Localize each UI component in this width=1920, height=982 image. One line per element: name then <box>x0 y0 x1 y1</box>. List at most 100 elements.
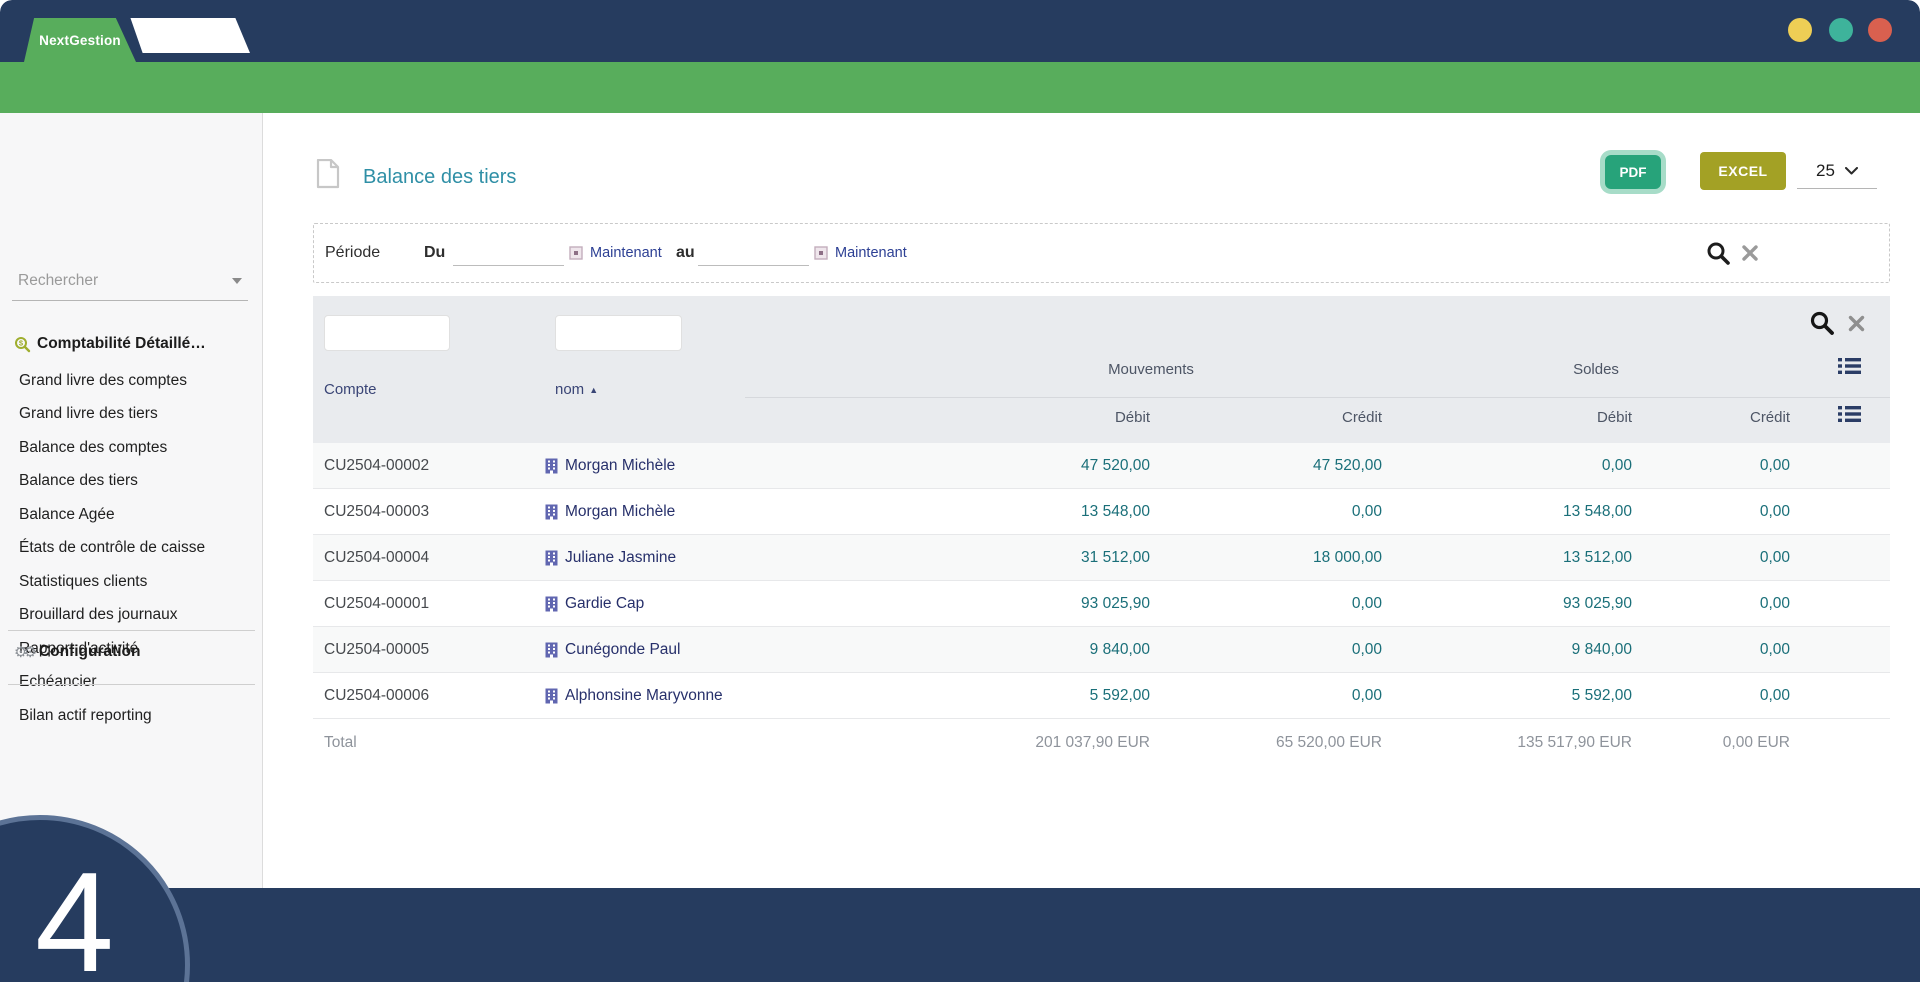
sidebar-item-3[interactable]: Balance des comptes <box>0 431 263 465</box>
cell-solde-debit: 5 592,00 <box>1571 686 1632 704</box>
periode-filter-box: Période Du Maintenant au Maintenant <box>313 223 1890 283</box>
restore-button[interactable] <box>1829 18 1853 42</box>
cell-solde-credit: 0,00 <box>1759 502 1790 520</box>
calendar-icon[interactable] <box>814 246 828 260</box>
periode-label: Période <box>325 244 381 261</box>
cell-compte: CU2504-00001 <box>324 594 430 612</box>
column-header-compte[interactable]: Compte <box>324 381 377 398</box>
money-search-icon: $ <box>15 336 31 352</box>
calendar-icon[interactable] <box>569 246 583 260</box>
balance-table: Mouvements Soldes Compte nom ▲ Débit Cré… <box>313 296 1890 766</box>
cell-mvt-credit: 47 520,00 <box>1313 456 1382 474</box>
cell-mvt-credit: 0,00 <box>1351 640 1382 658</box>
sidebar-item-4[interactable]: Balance des tiers <box>0 465 263 499</box>
clear-icon[interactable] <box>1741 244 1759 262</box>
total-mvt-debit: 201 037,90 EUR <box>1035 733 1150 751</box>
table-total-row: Total 201 037,90 EUR 65 520,00 EUR 135 5… <box>313 719 1890 766</box>
date-from-input[interactable] <box>453 238 564 266</box>
cell-mvt-credit: 0,00 <box>1351 594 1382 612</box>
sidebar-item-11[interactable]: Bilan actif reporting <box>0 699 263 733</box>
excel-button[interactable]: EXCEL <box>1700 152 1786 190</box>
table-row[interactable]: CU2504-00001 Gardie Cap 93 025,90 0,00 9… <box>313 581 1890 627</box>
column-header-solde-credit[interactable]: Crédit <box>1590 409 1790 426</box>
search-icon[interactable] <box>1809 310 1835 336</box>
column-list-icon[interactable] <box>1837 404 1862 424</box>
application-window: NextGestion Rechercher $ Comptabilité Dé… <box>0 0 1920 982</box>
column-header-nom[interactable]: nom ▲ <box>555 381 598 398</box>
cell-nom[interactable]: Morgan Michèle <box>545 457 910 475</box>
cell-compte: CU2504-00005 <box>324 640 430 658</box>
search-icon[interactable] <box>1706 241 1731 266</box>
building-icon <box>545 550 558 565</box>
building-icon <box>545 596 558 611</box>
cell-compte: CU2504-00004 <box>324 548 430 566</box>
date-to-input[interactable] <box>698 238 809 266</box>
cell-solde-debit: 13 512,00 <box>1563 548 1632 566</box>
table-row[interactable]: CU2504-00006 Alphonsine Maryvonne 5 592,… <box>313 673 1890 719</box>
title-bar: NextGestion <box>0 0 1920 62</box>
tier-name-link[interactable]: Juliane Jasmine <box>565 549 676 567</box>
maintenant-to-link[interactable]: Maintenant <box>835 245 907 261</box>
tier-name-link[interactable]: Alphonsine Maryvonne <box>565 687 723 705</box>
close-button[interactable] <box>1868 18 1892 42</box>
secondary-tab[interactable] <box>130 18 250 53</box>
sidebar-item-10[interactable]: Echéancier <box>0 666 263 700</box>
cell-compte: CU2504-00003 <box>324 502 430 520</box>
table-row[interactable]: CU2504-00004 Juliane Jasmine 31 512,00 1… <box>313 535 1890 581</box>
cell-mvt-debit: 13 548,00 <box>1081 502 1150 520</box>
sidebar-divider <box>8 630 255 631</box>
column-header-mvt-credit[interactable]: Crédit <box>1182 409 1382 426</box>
brand-tab[interactable]: NextGestion <box>24 18 136 62</box>
table-row[interactable]: CU2504-00002 Morgan Michèle 47 520,00 47… <box>313 443 1890 489</box>
minimize-button[interactable] <box>1788 18 1812 42</box>
cell-mvt-debit: 5 592,00 <box>1089 686 1150 704</box>
cell-solde-credit: 0,00 <box>1759 548 1790 566</box>
column-list-icon[interactable] <box>1837 356 1862 376</box>
sidebar-item-8[interactable]: Brouillard des journaux <box>0 599 263 633</box>
building-icon <box>545 642 558 657</box>
document-icon <box>316 159 340 189</box>
tier-name-link[interactable]: Gardie Cap <box>565 595 644 613</box>
cell-solde-debit: 9 840,00 <box>1571 640 1632 658</box>
building-icon <box>545 504 558 519</box>
table-header: Mouvements Soldes Compte nom ▲ Débit Cré… <box>313 296 1890 443</box>
bottom-bar <box>0 888 1920 982</box>
sidebar-item-2[interactable]: Grand livre des tiers <box>0 398 263 432</box>
cell-solde-debit: 93 025,90 <box>1563 594 1632 612</box>
cell-nom[interactable]: Gardie Cap <box>545 595 910 613</box>
maintenant-from-link[interactable]: Maintenant <box>590 245 662 261</box>
tier-name-link[interactable]: Morgan Michèle <box>565 457 675 475</box>
sidebar-item-1[interactable]: Grand livre des comptes <box>0 364 263 398</box>
table-row[interactable]: CU2504-00005 Cunégonde Paul 9 840,00 0,0… <box>313 627 1890 673</box>
page-size-select[interactable]: 25 <box>1797 153 1877 189</box>
nom-filter-input[interactable] <box>555 315 682 351</box>
table-row[interactable]: CU2504-00003 Morgan Michèle 13 548,00 0,… <box>313 489 1890 535</box>
tier-name-link[interactable]: Cunégonde Paul <box>565 641 681 659</box>
sidebar-section-comptabilite[interactable]: $ Comptabilité Détaillé… <box>14 335 254 353</box>
cell-nom[interactable]: Juliane Jasmine <box>545 549 910 567</box>
tier-name-link[interactable]: Morgan Michèle <box>565 503 675 521</box>
pdf-button[interactable]: PDF <box>1605 155 1661 189</box>
sidebar-item-7[interactable]: Statistiques clients <box>0 565 263 599</box>
main-content: Balance des tiers PDF EXCEL 25 Période D… <box>264 113 1920 888</box>
sidebar-item-6[interactable]: États de contrôle de caisse <box>0 532 263 566</box>
sidebar-item-configuration[interactable]: ⚙⚙ Configuration <box>14 643 141 661</box>
compte-filter-input[interactable] <box>324 315 450 351</box>
cell-mvt-credit: 0,00 <box>1351 502 1382 520</box>
sidebar-item-5[interactable]: Balance Agée <box>0 498 263 532</box>
cell-solde-credit: 0,00 <box>1759 640 1790 658</box>
column-header-mvt-debit[interactable]: Débit <box>910 409 1150 426</box>
cell-nom[interactable]: Morgan Michèle <box>545 503 910 521</box>
cell-mvt-debit: 93 025,90 <box>1081 594 1150 612</box>
cell-nom[interactable]: Cunégonde Paul <box>545 641 910 659</box>
date-from-label: Du <box>424 244 446 261</box>
building-icon <box>545 458 558 473</box>
cell-nom[interactable]: Alphonsine Maryvonne <box>545 687 910 705</box>
chevron-down-icon <box>232 277 242 284</box>
sidebar-menu: Grand livre des comptes Grand livre des … <box>0 364 263 733</box>
configuration-label: Configuration <box>38 643 141 660</box>
page-size-value: 25 <box>1816 160 1835 180</box>
clear-icon[interactable] <box>1847 314 1866 333</box>
cell-compte: CU2504-00002 <box>324 456 430 474</box>
sidebar-search-input[interactable]: Rechercher <box>12 265 248 301</box>
